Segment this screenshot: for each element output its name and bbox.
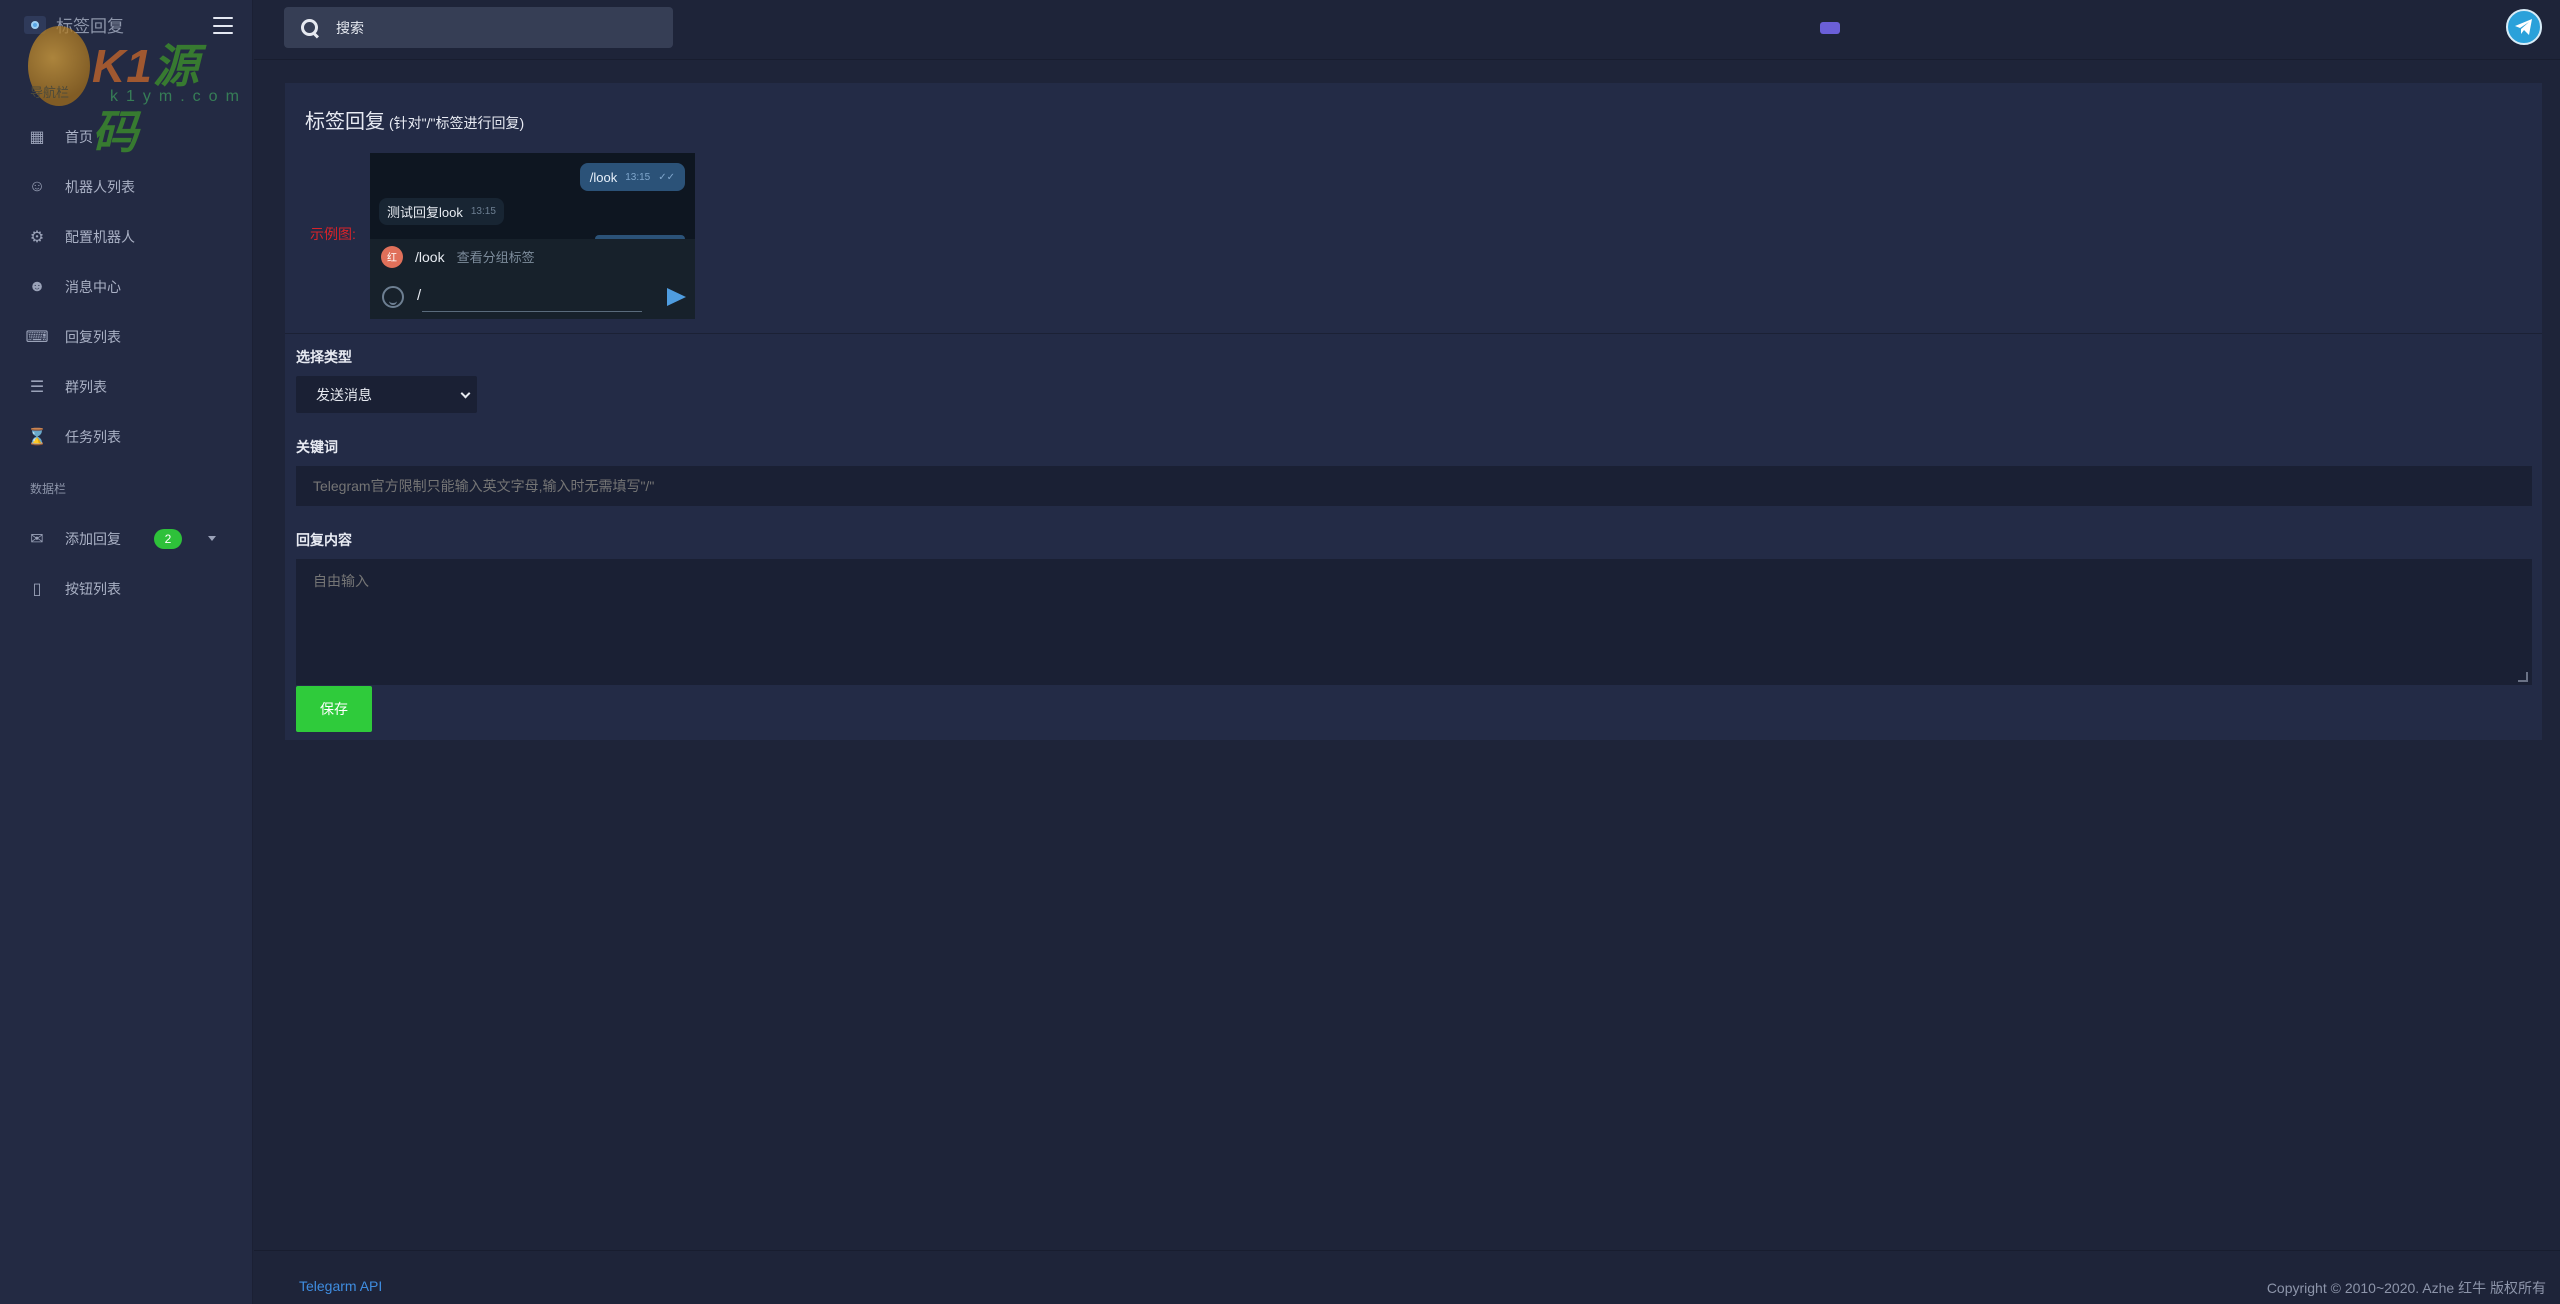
sticky-note-icon: ▯ <box>32 581 42 598</box>
chat-input-row: / <box>370 277 695 319</box>
command-name: /look <box>415 248 445 265</box>
sidebar-item-label: 添加回复 <box>65 531 121 547</box>
telegram-api-link[interactable]: Telegarm API <box>299 1278 382 1294</box>
message-time: 13:15 <box>625 171 651 183</box>
sidebar-section-title: 数据栏 <box>30 481 67 496</box>
copyright-text: Copyright © 2010~2020. Azhe 红牛 版权所有 <box>2266 1280 2546 1296</box>
sidebar-item-reply-list[interactable]: ⌨ 回复列表 <box>0 312 253 362</box>
count-badge: 2 <box>154 529 182 549</box>
watermark-subtext: k1ym.com <box>110 88 247 105</box>
layers-icon: ☰ <box>29 379 45 396</box>
type-select-value: 发送消息 <box>316 386 372 403</box>
comments-icon: ✉ <box>30 531 44 548</box>
keyword-input[interactable] <box>296 466 2532 506</box>
watermark-logo-icon <box>28 26 90 106</box>
chevron-down-icon <box>460 388 471 399</box>
topbar <box>254 0 2560 60</box>
sidebar-item-label: 按钮列表 <box>65 581 121 597</box>
sidebar-item-label: 配置机器人 <box>65 229 135 245</box>
sidebar-item-home[interactable]: ▦ 首页 <box>0 112 253 162</box>
type-label: 选择类型 <box>296 349 352 365</box>
keyboard-icon: ⌨ <box>25 329 49 346</box>
sidebar-item-add-reply[interactable]: ✉ 添加回复 2 <box>0 514 253 564</box>
smile-icon: ☻ <box>28 278 46 295</box>
divider <box>285 333 2542 334</box>
example-chat-image: /look 13:15 ✓✓ 测试回复look 13:15 红 /look 查看… <box>370 153 695 319</box>
sidebar-item-bot-list[interactable]: ☺ 机器人列表 <box>0 162 253 212</box>
page-title: 标签回复 (针对"/"标签进行回复) <box>305 111 525 133</box>
telegram-icon <box>2515 19 2532 35</box>
brand-title: 标签回复 <box>56 17 124 36</box>
sidebar-item-task-list[interactable]: ⌛ 任务列表 <box>0 412 253 462</box>
search-input[interactable] <box>336 19 656 36</box>
save-button[interactable]: 保存 <box>296 686 372 732</box>
double-check-icon: ✓✓ <box>658 171 675 183</box>
message-time: 13:15 <box>470 206 496 217</box>
sidebar: 标签回复 K1源码 k1ym.com 导航栏 ▦ 首页 ☺ 机器人列表 ⚙ 配置… <box>0 0 253 1304</box>
command-suggestion: 红 /look 查看分组标签 <box>370 239 695 274</box>
tag-reply-card: 标签回复 (针对"/"标签进行回复) 示例图: /look 13:15 ✓✓ 测试… <box>285 83 2542 740</box>
type-select[interactable]: 发送消息 <box>296 376 477 413</box>
sidebar-item-label: 消息中心 <box>65 279 121 295</box>
watermark: K1源码 k1ym.com 导航栏 <box>28 26 239 158</box>
telegram-avatar[interactable] <box>2506 9 2542 45</box>
sidebar-item-configure-bot[interactable]: ⚙ 配置机器人 <box>0 212 253 262</box>
avatar: 红 <box>381 245 403 268</box>
search-icon[interactable] <box>300 18 320 38</box>
send-icon <box>667 288 686 306</box>
sidebar-item-label: 群列表 <box>65 379 107 395</box>
hourglass-icon: ⌛ <box>27 429 47 446</box>
input-underline <box>422 311 642 312</box>
sidebar-item-label: 首页 <box>65 129 93 145</box>
sidebar-item-label: 回复列表 <box>65 329 121 345</box>
sidebar-nav-header: 导航栏 <box>30 85 70 100</box>
footer: Telegarm API Copyright © 2010~2020. Azhe… <box>254 1250 2560 1304</box>
user-circle-icon: ☺ <box>28 178 46 195</box>
sidebar-item-button-list[interactable]: ▯ 按钮列表 <box>0 564 253 614</box>
command-description: 查看分组标签 <box>456 250 535 265</box>
reply-content-textarea[interactable] <box>296 559 2532 685</box>
brand-logo-icon <box>24 15 46 34</box>
resize-handle-icon[interactable] <box>2518 672 2528 682</box>
emoji-icon <box>382 286 404 308</box>
incoming-message: 测试回复look 13:15 <box>379 198 504 225</box>
reply-content-label: 回复内容 <box>296 532 352 548</box>
sidebar-item-message-center[interactable]: ☻ 消息中心 <box>0 262 253 312</box>
notification-pill-icon[interactable] <box>1820 22 1840 34</box>
hamburger-menu-icon[interactable] <box>213 17 233 34</box>
example-label: 示例图: <box>310 226 356 242</box>
caret-down-icon[interactable] <box>208 536 216 541</box>
robot-icon: ▦ <box>29 129 45 146</box>
gears-icon: ⚙ <box>29 229 45 246</box>
sidebar-item-label: 任务列表 <box>65 429 121 445</box>
search-box[interactable] <box>284 7 673 48</box>
keyword-label: 关键词 <box>296 439 338 455</box>
brand[interactable]: 标签回复 <box>24 12 124 37</box>
sidebar-nav: ▦ 首页 ☺ 机器人列表 ⚙ 配置机器人 ☻ 消息中心 ⌨ 回复列表 ☰ 群列表… <box>0 112 253 614</box>
outgoing-message: /look 13:15 ✓✓ <box>579 163 685 191</box>
page-subtitle: (针对"/"标签进行回复) <box>389 115 525 131</box>
sidebar-item-label: 机器人列表 <box>65 179 135 195</box>
chat-input-text: / <box>417 287 422 304</box>
sidebar-item-group-list[interactable]: ☰ 群列表 <box>0 362 253 412</box>
chat-history: /look 13:15 ✓✓ 测试回复look 13:15 <box>370 153 695 239</box>
